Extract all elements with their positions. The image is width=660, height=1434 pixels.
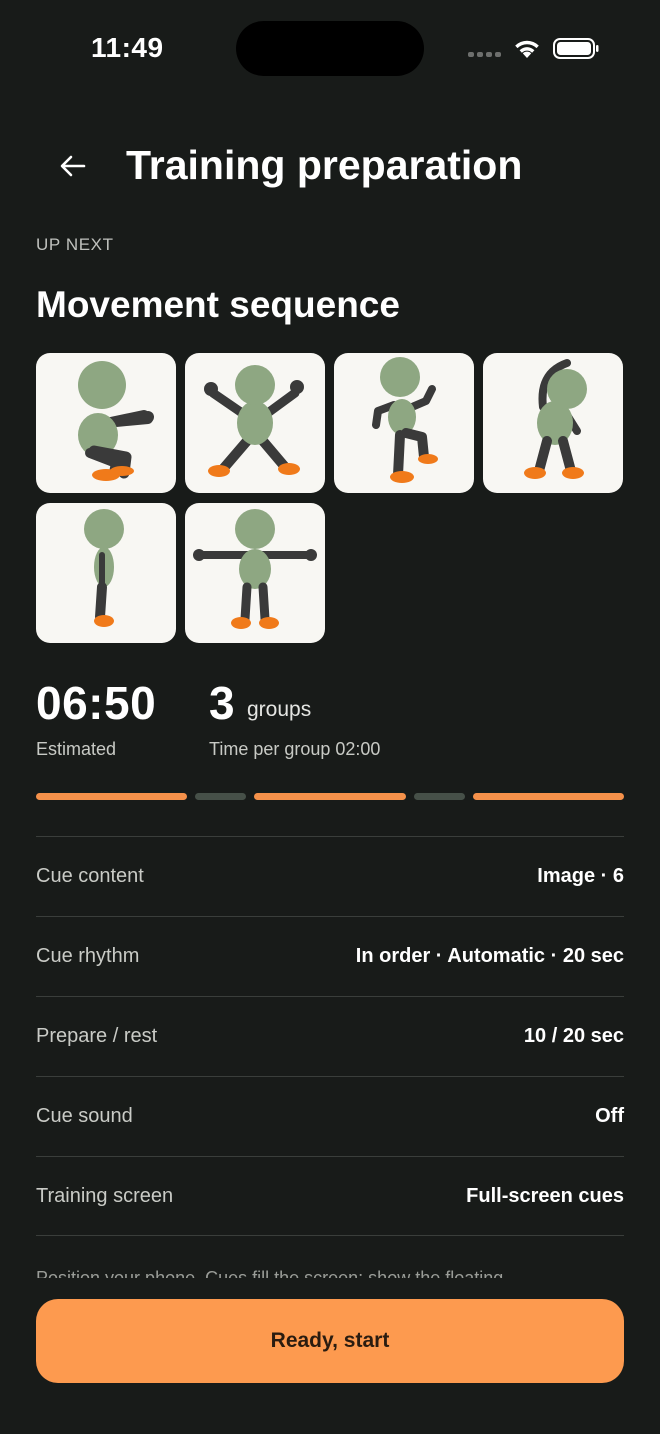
groups-unit: groups bbox=[247, 698, 312, 721]
settings-list: Cue content Image · 6 Cue rhythm In orde… bbox=[36, 836, 624, 1236]
jumping-jack-figure-icon bbox=[204, 365, 304, 477]
page-title: Training preparation bbox=[126, 142, 523, 188]
movement-thumbnail-high-knee[interactable] bbox=[334, 353, 474, 493]
movement-thumbnail-side-bend[interactable] bbox=[483, 353, 623, 493]
setting-label: Cue rhythm bbox=[36, 945, 140, 967]
groups-count: 3 bbox=[209, 677, 235, 729]
up-next-label: UP NEXT bbox=[36, 235, 114, 254]
movement-thumbnail-t-pose[interactable] bbox=[185, 503, 325, 643]
setting-label: Training screen bbox=[36, 1184, 174, 1207]
cellular-signal-icon bbox=[468, 52, 501, 57]
status-time: 11:49 bbox=[91, 32, 164, 63]
ready-start-button[interactable]: Ready, start bbox=[36, 1299, 624, 1383]
wifi-icon bbox=[515, 40, 539, 58]
estimated-time-value: 06:50 bbox=[36, 677, 157, 729]
setting-row-training-screen[interactable]: Training screen Full-screen cues bbox=[36, 1156, 624, 1236]
timeline-work-segment bbox=[36, 793, 188, 800]
battery-icon bbox=[553, 38, 599, 59]
setting-label: Prepare / rest bbox=[36, 1025, 158, 1047]
back-button[interactable] bbox=[52, 146, 94, 186]
setting-value: Full-screen cues bbox=[466, 1184, 624, 1207]
high-knee-figure-icon bbox=[372, 357, 438, 483]
setting-row-cue-sound[interactable]: Cue sound Off bbox=[36, 1076, 624, 1156]
timeline-rest-segment bbox=[413, 793, 465, 800]
dynamic-island bbox=[236, 21, 424, 76]
setting-value: 10 / 20 sec bbox=[523, 1025, 624, 1047]
setting-value: Off bbox=[595, 1105, 624, 1127]
timeline-rest-segment bbox=[195, 793, 247, 800]
timeline-work-segment bbox=[472, 793, 624, 800]
squat-figure-icon bbox=[78, 361, 154, 481]
setting-label: Cue content bbox=[36, 865, 144, 887]
movement-thumbnail-standing-side[interactable] bbox=[36, 503, 176, 643]
setting-value: Image · 6 bbox=[537, 865, 624, 887]
back-arrow-icon bbox=[60, 155, 86, 177]
setting-value: In order · Automatic · 20 sec bbox=[355, 945, 624, 967]
movement-thumbnail-squat[interactable] bbox=[36, 353, 176, 493]
side-bend-figure-icon bbox=[524, 359, 587, 479]
status-bar: 11:49 bbox=[0, 0, 660, 100]
setting-row-prepare-rest[interactable]: Prepare / rest 10 / 20 sec bbox=[36, 996, 624, 1076]
setting-row-cue-rhythm[interactable]: Cue rhythm In order · Automatic · 20 sec bbox=[36, 916, 624, 996]
movement-thumbnail-jumping-jack[interactable] bbox=[185, 353, 325, 493]
setting-row-cue-content[interactable]: Cue content Image · 6 bbox=[36, 836, 624, 916]
estimated-time-label: Estimated bbox=[36, 739, 117, 759]
t-pose-figure-icon bbox=[193, 509, 317, 629]
standing-side-figure-icon bbox=[84, 509, 124, 627]
session-timeline bbox=[36, 793, 624, 800]
sequence-title: Movement sequence bbox=[36, 284, 400, 325]
movement-thumbnails bbox=[36, 353, 626, 643]
timeline-work-segment bbox=[254, 793, 406, 800]
time-per-group: Time per group 02:00 bbox=[209, 739, 381, 759]
setting-label: Cue sound bbox=[36, 1105, 133, 1127]
